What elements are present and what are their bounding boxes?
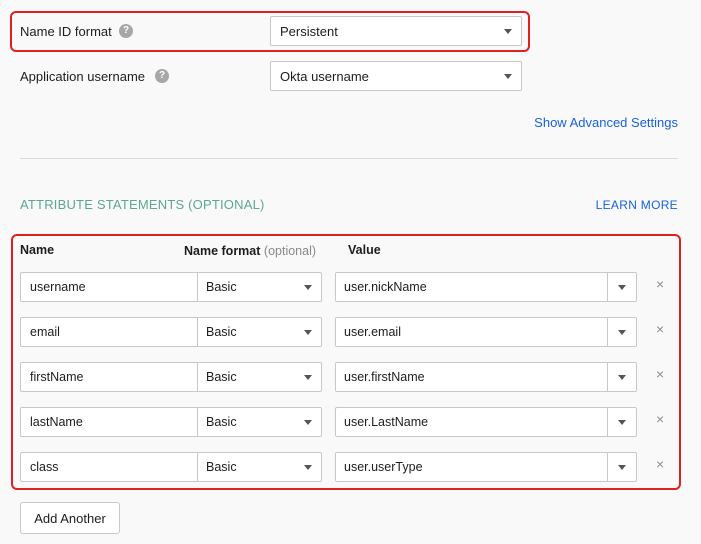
- attribute-row: username Basic user.nickName ×: [0, 272, 701, 302]
- attribute-row: firstName Basic user.firstName ×: [0, 362, 701, 392]
- chevron-down-icon: [618, 285, 626, 290]
- attribute-row: email Basic user.email ×: [0, 317, 701, 347]
- attribute-value-text: user.nickName: [344, 280, 427, 294]
- application-username-select[interactable]: Okta username: [270, 61, 522, 91]
- chevron-down-icon: [618, 420, 626, 425]
- attribute-name-input[interactable]: lastName: [20, 407, 198, 437]
- attribute-format-select[interactable]: Basic: [198, 407, 322, 437]
- value-dropdown-button[interactable]: [607, 363, 636, 391]
- divider: [20, 158, 678, 159]
- chevron-down-icon: [304, 330, 312, 335]
- attribute-row: lastName Basic user.LastName ×: [0, 407, 701, 437]
- attribute-value-input[interactable]: user.firstName: [335, 362, 637, 392]
- attribute-value-input[interactable]: user.nickName: [335, 272, 637, 302]
- attribute-row: class Basic user.userType ×: [0, 452, 701, 482]
- column-header-name: Name: [20, 243, 55, 257]
- column-header-name-format-label: Name format: [184, 244, 261, 258]
- value-dropdown-button[interactable]: [607, 318, 636, 346]
- attribute-name-input[interactable]: email: [20, 317, 198, 347]
- application-username-label: Application username: [20, 69, 146, 84]
- attribute-format-select[interactable]: Basic: [198, 452, 322, 482]
- column-header-name-format: Name format (optional): [184, 244, 316, 258]
- remove-row-icon[interactable]: ×: [656, 322, 664, 336]
- attribute-value-input[interactable]: user.LastName: [335, 407, 637, 437]
- learn-more-link[interactable]: LEARN MORE: [596, 198, 678, 212]
- attribute-format-select[interactable]: Basic: [198, 362, 322, 392]
- attribute-name-input[interactable]: class: [20, 452, 198, 482]
- value-dropdown-button[interactable]: [607, 408, 636, 436]
- chevron-down-icon: [618, 375, 626, 380]
- column-header-value: Value: [348, 243, 381, 257]
- application-username-value: Okta username: [280, 68, 369, 84]
- attribute-value-text: user.firstName: [344, 370, 425, 384]
- chevron-down-icon: [304, 285, 312, 290]
- attribute-name-input[interactable]: username: [20, 272, 198, 302]
- attribute-value-text: user.LastName: [344, 415, 429, 429]
- attribute-value-input[interactable]: user.userType: [335, 452, 637, 482]
- remove-row-icon[interactable]: ×: [656, 277, 664, 291]
- value-dropdown-button[interactable]: [607, 273, 636, 301]
- attribute-value-text: user.email: [344, 325, 401, 339]
- chevron-down-icon: [304, 420, 312, 425]
- name-id-format-value: Persistent: [280, 23, 338, 39]
- chevron-down-icon: [304, 375, 312, 380]
- attribute-format-value: Basic: [206, 325, 237, 339]
- attribute-format-select[interactable]: Basic: [198, 272, 322, 302]
- chevron-down-icon: [618, 330, 626, 335]
- attribute-format-select[interactable]: Basic: [198, 317, 322, 347]
- attribute-format-value: Basic: [206, 280, 237, 294]
- attribute-format-value: Basic: [206, 370, 237, 384]
- name-id-format-select[interactable]: Persistent: [270, 16, 522, 46]
- chevron-down-icon: [504, 29, 512, 34]
- attribute-name-input[interactable]: firstName: [20, 362, 198, 392]
- name-id-format-label: Name ID format: [20, 24, 112, 39]
- chevron-down-icon: [618, 465, 626, 470]
- attribute-format-value: Basic: [206, 415, 237, 429]
- attribute-value-input[interactable]: user.email: [335, 317, 637, 347]
- attribute-format-value: Basic: [206, 460, 237, 474]
- attribute-value-text: user.userType: [344, 460, 423, 474]
- chevron-down-icon: [304, 465, 312, 470]
- chevron-down-icon: [504, 74, 512, 79]
- add-another-button[interactable]: Add Another: [20, 502, 120, 534]
- remove-row-icon[interactable]: ×: [656, 457, 664, 471]
- section-title: ATTRIBUTE STATEMENTS (OPTIONAL): [20, 197, 265, 212]
- help-icon[interactable]: ?: [155, 69, 169, 83]
- show-advanced-settings-link[interactable]: Show Advanced Settings: [534, 115, 678, 130]
- optional-hint: (optional): [263, 244, 317, 258]
- remove-row-icon[interactable]: ×: [656, 412, 664, 426]
- remove-row-icon[interactable]: ×: [656, 367, 664, 381]
- value-dropdown-button[interactable]: [607, 453, 636, 481]
- help-icon[interactable]: ?: [119, 24, 133, 38]
